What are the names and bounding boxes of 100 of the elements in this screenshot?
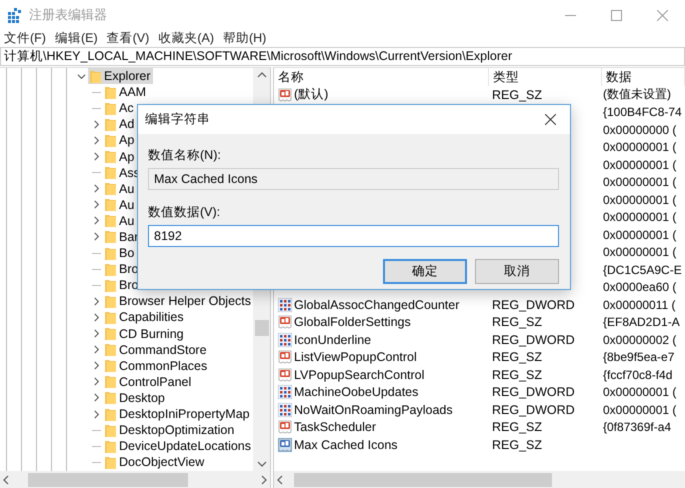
tree-item[interactable]: CommandStore xyxy=(103,342,209,358)
value-name[interactable]: ListViewPopupControl xyxy=(294,350,417,364)
folder-icon xyxy=(105,214,116,228)
menu-item[interactable]: 编辑(E) xyxy=(54,30,98,47)
value-data: {100B4FC8-74 xyxy=(603,105,682,120)
value-data: (数值未设置) xyxy=(603,87,671,102)
value-name[interactable]: IconUnderline xyxy=(294,332,372,347)
column-header[interactable]: 类型 xyxy=(489,68,602,86)
value-data: 0x00000001 ( xyxy=(603,228,676,242)
value-type: REG_SZ xyxy=(492,438,542,452)
value-data-field[interactable]: 8192 xyxy=(148,225,559,247)
menu-item[interactable]: 查看(V) xyxy=(106,30,150,47)
value-name[interactable]: MachineOobeUpdates xyxy=(294,385,418,400)
value-type: REG_SZ xyxy=(492,350,542,364)
value-name[interactable]: TaskScheduler xyxy=(294,420,376,434)
tree-item[interactable]: Ap xyxy=(103,132,136,148)
dialog-title: 编辑字符串 xyxy=(145,111,210,128)
tree-item[interactable]: ControlPanel xyxy=(103,374,194,390)
folder-icon xyxy=(105,198,116,212)
folder-icon xyxy=(105,102,116,115)
value-data: 0x00000001 ( xyxy=(603,385,676,400)
value-type: REG_SZ xyxy=(492,88,542,102)
tree-item[interactable]: CD Burning xyxy=(103,326,186,342)
value-data: 0x00000000 ( xyxy=(603,122,676,137)
tree-item[interactable]: Bar xyxy=(103,228,140,245)
tree-item[interactable]: Ac xyxy=(103,100,136,116)
tree-item[interactable]: Capabilities xyxy=(103,309,186,326)
folder-icon xyxy=(105,262,116,276)
value-data: 0x00000001 ( xyxy=(603,245,676,260)
tree-item[interactable]: Au xyxy=(103,212,136,229)
folder-icon xyxy=(105,134,116,147)
value-type: REG_DWORD xyxy=(492,402,575,417)
address-bar[interactable]: 计算机\HKEY_LOCAL_MACHINE\SOFTWARE\Microsoft\Windows\CurrentVersion\Explorer xyxy=(0,47,685,66)
folder-icon xyxy=(105,310,116,324)
tree-item[interactable]: Bo xyxy=(103,245,136,262)
value-name[interactable]: NoWaitOnRoamingPayloads xyxy=(294,402,453,417)
value-name[interactable]: LVPopupSearchControl xyxy=(294,368,424,382)
scrollbar-thumb[interactable] xyxy=(254,320,268,336)
value-type: REG_DWORD xyxy=(492,332,575,347)
menu-item[interactable]: 文件(F) xyxy=(4,30,46,47)
value-name[interactable]: GlobalAssocChangedCounter xyxy=(294,298,460,312)
tree-item[interactable]: Ap xyxy=(103,148,136,165)
folder-icon xyxy=(105,166,116,180)
scrollbar-thumb[interactable] xyxy=(294,472,552,486)
value-type: REG_DWORD xyxy=(492,385,575,400)
column-header[interactable]: 数据 xyxy=(602,68,685,86)
value-name-field[interactable]: Max Cached Icons xyxy=(148,168,559,190)
column-header[interactable]: 名称 xyxy=(274,68,489,86)
folder-icon xyxy=(105,327,116,340)
tree-item[interactable]: CommonPlaces xyxy=(103,358,210,374)
folder-icon xyxy=(105,246,116,260)
tree-item[interactable]: Au xyxy=(103,196,136,213)
value-data: 0x00000001 ( xyxy=(603,402,676,417)
tree-item[interactable]: Ad xyxy=(103,116,136,132)
value-type: REG_DWORD xyxy=(492,298,575,312)
folder-icon xyxy=(104,440,116,453)
value-data: {fccf70c8-f4d xyxy=(603,368,672,382)
tree-item[interactable]: DeviceUpdateLocations xyxy=(102,438,253,454)
menu-item[interactable]: 收藏夹(A) xyxy=(158,30,214,47)
folder-icon xyxy=(105,375,116,388)
value-name[interactable]: GlobalFolderSettings xyxy=(294,315,411,330)
value-type: REG_SZ xyxy=(492,368,542,382)
folder-icon xyxy=(105,343,116,356)
folder-icon xyxy=(105,150,116,164)
field-label: 数值数据(V): xyxy=(148,204,222,221)
value-data: 0x00000011 ( xyxy=(603,298,676,312)
value-data: 0x00000001 ( xyxy=(603,192,676,207)
folder-icon xyxy=(105,278,116,292)
value-name[interactable]: Max Cached Icons xyxy=(294,438,398,452)
folder-icon xyxy=(90,70,101,83)
scrollbar-thumb[interactable] xyxy=(28,472,188,486)
value-data: {8be9f5ea-e7 xyxy=(603,350,674,364)
tree-item[interactable]: Explorer xyxy=(88,68,153,84)
value-type: REG_SZ xyxy=(492,420,542,434)
tree-item[interactable]: Au xyxy=(103,180,136,197)
value-data: {0f87369f-a4 xyxy=(603,420,672,434)
folder-icon xyxy=(105,359,116,372)
folder-icon xyxy=(105,294,116,308)
cancel-button[interactable]: 取消 xyxy=(475,259,559,284)
close-icon[interactable] xyxy=(544,114,556,125)
tree-item[interactable]: DesktopOptimization xyxy=(103,422,236,438)
value-type: REG_SZ xyxy=(492,315,542,330)
tree-item[interactable]: Browser Helper Objects xyxy=(103,293,253,310)
folder-icon xyxy=(105,408,116,421)
field-label: 数值名称(N): xyxy=(148,147,222,164)
value-data: {EF8AD2D1-A xyxy=(603,315,680,330)
value-name[interactable]: (默认) xyxy=(294,86,328,104)
folder-icon xyxy=(105,424,116,437)
tree-item[interactable]: AAM xyxy=(103,84,148,100)
tree-item[interactable]: Desktop xyxy=(103,390,167,406)
folder-icon xyxy=(105,456,116,469)
tree-item[interactable]: DocObjectView xyxy=(103,454,206,470)
tree-item[interactable]: DesktopIniPropertyMap xyxy=(103,406,252,422)
value-data: 0x0000ea60 ( xyxy=(603,280,676,294)
value-data: {DC1C5A9C-E xyxy=(603,262,682,277)
menu-item[interactable]: 帮助(H) xyxy=(222,30,266,47)
ok-button[interactable]: 确定 xyxy=(383,259,467,284)
maximize-icon[interactable] xyxy=(610,10,622,20)
value-data: 0x00000001 ( xyxy=(603,158,676,172)
folder-icon xyxy=(105,230,116,244)
